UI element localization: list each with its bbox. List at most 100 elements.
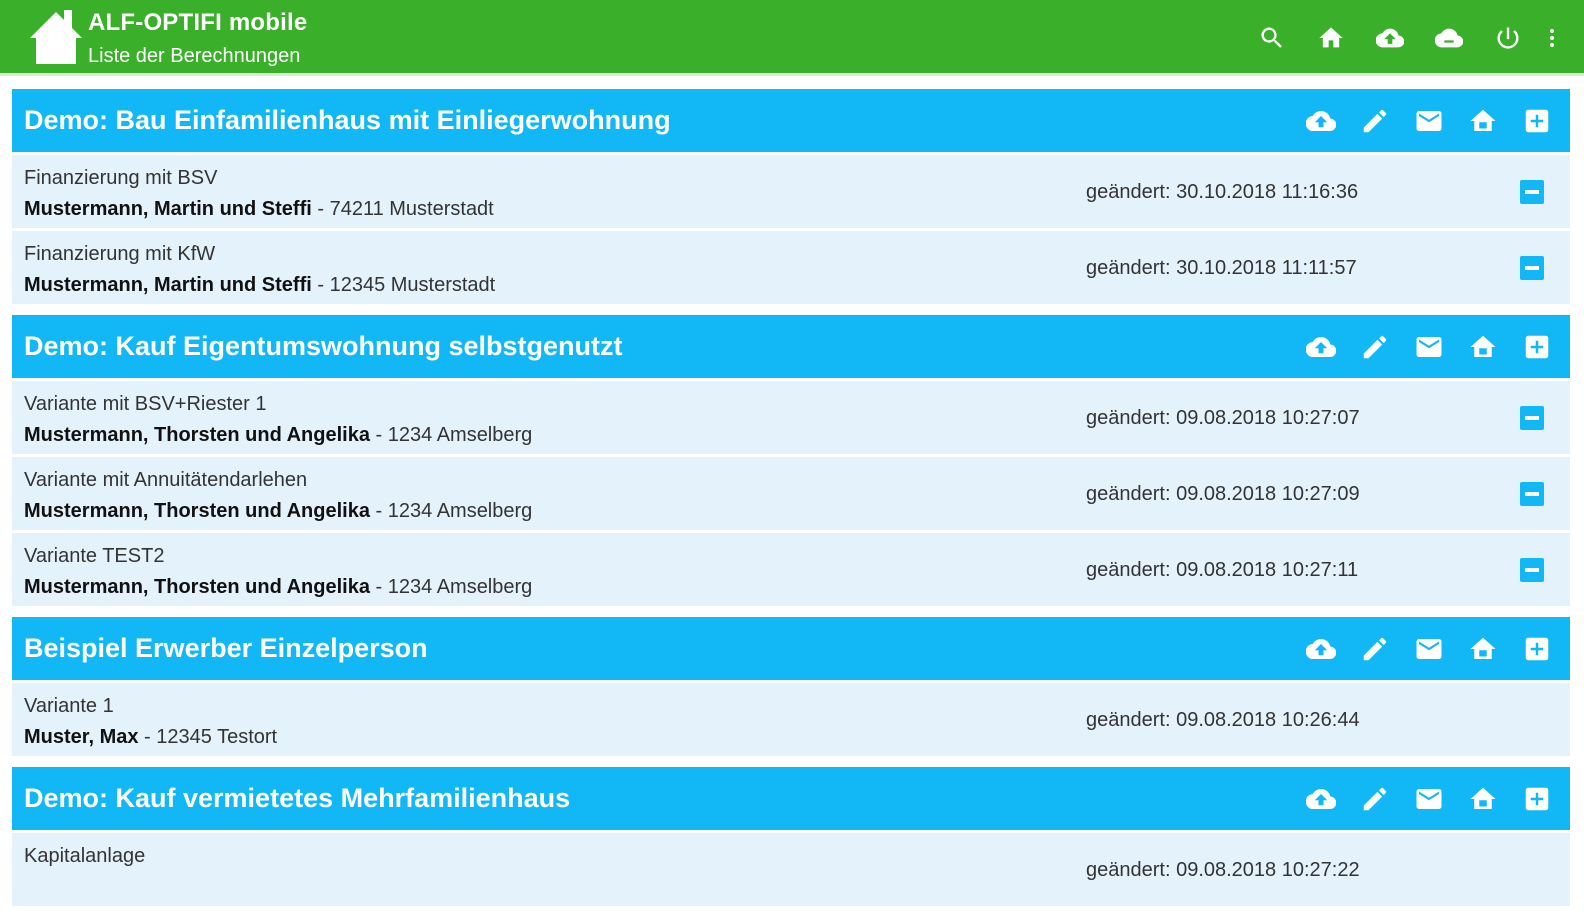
- group-edit-button[interactable]: [1356, 102, 1394, 140]
- mail-icon: [1416, 337, 1442, 357]
- home-icon: [1470, 637, 1496, 659]
- group-mail-button[interactable]: [1410, 630, 1448, 668]
- client-name: Mustermann, Thorsten und Angelika: [24, 576, 370, 598]
- group-mail-button[interactable]: [1410, 102, 1448, 140]
- group-header[interactable]: Beispiel Erwerber Einzelperson: [12, 617, 1570, 680]
- group-upload-button[interactable]: [1302, 630, 1340, 668]
- remove-icon[interactable]: [1520, 558, 1544, 582]
- calculation-row[interactable]: Kapitalanlage geändert: 09.08.2018 10:27…: [12, 833, 1570, 906]
- client-location: - 1234 Amselberg: [369, 500, 533, 522]
- modified-date: geändert: 30.10.2018 11:16:36: [1086, 181, 1359, 203]
- app-title: ALF-OPTIFI mobile: [88, 9, 308, 36]
- client-location: - 1234 Amselberg: [369, 424, 533, 446]
- group-title: Demo: Kauf vermietetes Mehrfamilienhaus: [24, 783, 571, 813]
- group-edit-button[interactable]: [1356, 630, 1394, 668]
- client-location: - 1234 Amselberg: [369, 576, 533, 598]
- home-button[interactable]: [1309, 16, 1353, 60]
- remove-icon[interactable]: [1520, 256, 1544, 280]
- group-rows: Finanzierung mit BSV Mustermann, Martin …: [12, 155, 1570, 304]
- group-add-button[interactable]: [1518, 780, 1556, 818]
- group-actions: [1286, 102, 1556, 140]
- add-box-icon: [1525, 787, 1549, 811]
- variant-name: Variante mit Annuitätendarlehen: [24, 469, 308, 491]
- calculation-row[interactable]: Variante 1 Muster, Max - 12345 Testort g…: [12, 683, 1570, 756]
- appbar-actions: [1235, 16, 1564, 60]
- variant-name: Kapitalanlage: [24, 845, 146, 867]
- remove-icon[interactable]: [1520, 406, 1544, 430]
- calculation-group: Demo: Kauf Eigentumswohnung selbstgenutz…: [12, 315, 1570, 606]
- calculation-row[interactable]: Variante TEST2 Mustermann, Thorsten und …: [12, 533, 1570, 606]
- modified-date: geändert: 09.08.2018 10:27:11: [1086, 559, 1359, 581]
- client-line: Mustermann, Thorsten und Angelika - 1234…: [24, 500, 532, 523]
- group-title: Demo: Bau Einfamilienhaus mit Einliegerw…: [24, 105, 671, 135]
- client-name: Mustermann, Martin und Steffi: [24, 198, 312, 220]
- remove-icon[interactable]: [1520, 180, 1544, 204]
- power-icon: [1497, 27, 1519, 49]
- calculation-row[interactable]: Variante mit Annuitätendarlehen Musterma…: [12, 457, 1570, 530]
- client-line: Mustermann, Martin und Steffi - 74211 Mu…: [24, 198, 494, 221]
- calculation-group: Beispiel Erwerber Einzelperson Variante …: [12, 617, 1570, 756]
- calculation-row[interactable]: Variante mit BSV+Riester 1 Mustermann, T…: [12, 381, 1570, 454]
- group-upload-button[interactable]: [1302, 780, 1340, 818]
- cloud-button[interactable]: [1427, 16, 1471, 60]
- group-edit-button[interactable]: [1356, 328, 1394, 366]
- edit-icon: [1363, 109, 1387, 133]
- search-icon: [1261, 27, 1282, 48]
- group-mail-button[interactable]: [1410, 328, 1448, 366]
- modified-date: geändert: 09.08.2018 10:26:44: [1086, 709, 1360, 731]
- group-home-button[interactable]: [1464, 102, 1502, 140]
- cloud-upload-icon: [1306, 639, 1336, 660]
- cloud-upload-icon: [1306, 337, 1336, 358]
- cloud-upload-icon: [1306, 789, 1336, 810]
- group-header[interactable]: Demo: Kauf Eigentumswohnung selbstgenutz…: [12, 315, 1570, 378]
- group-mail-button[interactable]: [1410, 780, 1448, 818]
- power-button[interactable]: [1486, 16, 1530, 60]
- edit-icon: [1363, 787, 1387, 811]
- home-icon: [1470, 109, 1496, 131]
- page-subtitle: Liste der Berechnungen: [88, 45, 301, 67]
- group-header[interactable]: Demo: Kauf vermietetes Mehrfamilienhaus: [12, 767, 1570, 830]
- group-add-button[interactable]: [1518, 630, 1556, 668]
- search-button[interactable]: [1250, 16, 1294, 60]
- mail-icon: [1416, 639, 1442, 659]
- group-home-button[interactable]: [1464, 780, 1502, 818]
- group-title: Beispiel Erwerber Einzelperson: [24, 633, 428, 663]
- group-header[interactable]: Demo: Bau Einfamilienhaus mit Einliegerw…: [12, 89, 1570, 152]
- home-icon: [1470, 335, 1496, 357]
- edit-icon: [1363, 637, 1387, 661]
- calculation-row[interactable]: Finanzierung mit KfW Mustermann, Martin …: [12, 231, 1570, 304]
- remove-icon[interactable]: [1520, 482, 1544, 506]
- client-location: - 74211 Musterstadt: [311, 198, 494, 220]
- cloud-upload-button[interactable]: [1368, 16, 1412, 60]
- house-logo-icon: [30, 10, 82, 64]
- client-name: Mustermann, Thorsten und Angelika: [24, 424, 370, 446]
- client-location: - 12345 Testort: [138, 726, 278, 748]
- calculation-row[interactable]: Finanzierung mit BSV Mustermann, Martin …: [12, 155, 1570, 228]
- client-name: Mustermann, Martin und Steffi: [24, 274, 312, 296]
- client-line: Mustermann, Martin und Steffi - 12345 Mu…: [24, 274, 495, 297]
- group-rows: Variante 1 Muster, Max - 12345 Testort g…: [12, 683, 1570, 756]
- modified-date: geändert: 09.08.2018 10:27:07: [1086, 407, 1360, 429]
- add-box-icon: [1525, 335, 1549, 359]
- group-upload-button[interactable]: [1302, 328, 1340, 366]
- client-name: Muster, Max: [24, 726, 139, 748]
- app-bar: ALF-OPTIFI mobile Liste der Berechnungen: [0, 0, 1584, 76]
- group-actions: [1286, 630, 1556, 668]
- group-upload-button[interactable]: [1302, 102, 1340, 140]
- client-line: Mustermann, Thorsten und Angelika - 1234…: [24, 576, 532, 599]
- home-icon: [1319, 27, 1343, 48]
- group-home-button[interactable]: [1464, 630, 1502, 668]
- modified-date: geändert: 09.08.2018 10:27:22: [1086, 859, 1360, 881]
- group-title: Demo: Kauf Eigentumswohnung selbstgenutz…: [24, 331, 623, 361]
- group-edit-button[interactable]: [1356, 780, 1394, 818]
- more-menu-button[interactable]: [1540, 16, 1564, 60]
- home-icon: [1470, 787, 1496, 809]
- group-add-button[interactable]: [1518, 328, 1556, 366]
- calculation-group: Demo: Kauf vermietetes Mehrfamilienhaus: [12, 767, 1570, 906]
- modified-date: geändert: 09.08.2018 10:27:09: [1086, 483, 1360, 505]
- group-home-button[interactable]: [1464, 328, 1502, 366]
- group-actions: [1286, 780, 1556, 818]
- group-add-button[interactable]: [1518, 102, 1556, 140]
- client-name: Mustermann, Thorsten und Angelika: [24, 500, 370, 522]
- add-box-icon: [1525, 637, 1549, 661]
